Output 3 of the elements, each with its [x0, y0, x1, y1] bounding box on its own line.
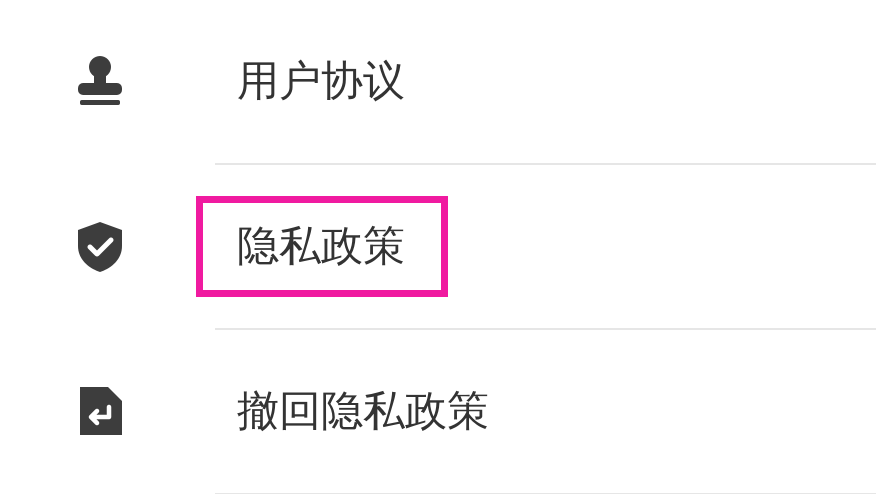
- menu-item-label[interactable]: 用户协议: [196, 31, 448, 132]
- menu-item-label[interactable]: 撤回隐私政策: [196, 361, 532, 462]
- menu-item-label[interactable]: 隐私政策: [196, 196, 448, 297]
